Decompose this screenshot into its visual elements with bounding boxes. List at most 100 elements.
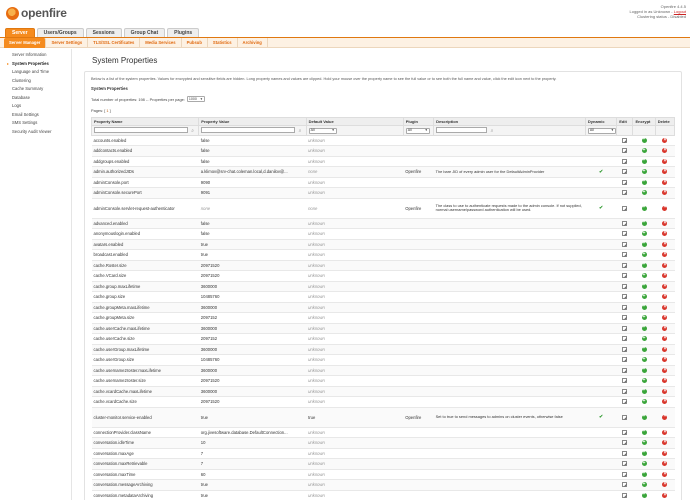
- edit-icon[interactable]: [622, 440, 628, 446]
- encrypt-icon[interactable]: [641, 240, 647, 247]
- encrypt-icon[interactable]: [641, 147, 647, 154]
- sidebar-item-cache-summary[interactable]: Cache Summary: [0, 85, 71, 94]
- delete-icon[interactable]: [662, 439, 668, 446]
- property-name[interactable]: cache.username2roster.maxLifetime: [91, 365, 199, 376]
- edit-icon[interactable]: [622, 429, 628, 435]
- delete-icon[interactable]: [662, 314, 668, 321]
- tab-group-chat[interactable]: Group Chat: [123, 28, 166, 37]
- property-name[interactable]: cache.vcardCache.size: [91, 396, 199, 408]
- property-name[interactable]: cache.username2roster.size: [91, 375, 199, 387]
- tab-sessions[interactable]: Sessions: [85, 28, 122, 37]
- edit-icon[interactable]: [622, 169, 628, 175]
- property-name[interactable]: cache.VCard.size: [91, 270, 199, 282]
- header-description[interactable]: Description: [433, 117, 586, 126]
- property-name[interactable]: cache.userCache.maxLifetime: [91, 323, 199, 334]
- name-filter-input[interactable]: ⌕: [94, 127, 194, 134]
- encrypt-icon[interactable]: [641, 460, 647, 467]
- edit-icon[interactable]: [622, 414, 628, 420]
- edit-icon[interactable]: [622, 205, 628, 211]
- encrypt-icon[interactable]: [641, 219, 647, 226]
- edit-icon[interactable]: [622, 179, 628, 185]
- encrypt-icon[interactable]: [641, 366, 647, 373]
- delete-icon[interactable]: [662, 413, 668, 420]
- edit-icon[interactable]: [622, 367, 628, 373]
- delete-icon[interactable]: [662, 450, 668, 456]
- encrypt-icon[interactable]: [641, 303, 647, 310]
- delete-icon[interactable]: [662, 220, 668, 226]
- encrypt-icon[interactable]: [641, 449, 647, 456]
- delete-icon[interactable]: [662, 429, 668, 435]
- delete-icon[interactable]: [662, 304, 668, 310]
- edit-icon[interactable]: [622, 241, 628, 247]
- sidebar-item-logs[interactable]: Logs: [0, 102, 71, 111]
- delete-icon[interactable]: [662, 283, 668, 289]
- encrypt-icon[interactable]: [641, 470, 647, 477]
- property-name[interactable]: cache.group.maxLifetime: [91, 281, 199, 292]
- property-name[interactable]: connectionProvider.className: [91, 427, 199, 438]
- property-name[interactable]: cache.userGroup.maxLifetime: [91, 344, 199, 355]
- delete-icon[interactable]: [662, 492, 668, 498]
- subtab-statistics[interactable]: Statistics: [208, 37, 238, 48]
- edit-icon[interactable]: [622, 137, 628, 143]
- delete-icon[interactable]: [662, 204, 668, 211]
- header-default-value[interactable]: Default Value: [305, 117, 404, 126]
- edit-icon[interactable]: [622, 378, 628, 384]
- encrypt-icon[interactable]: [641, 491, 647, 498]
- property-name[interactable]: addgroups.enabled: [91, 156, 199, 167]
- encrypt-icon[interactable]: [641, 314, 647, 321]
- edit-icon[interactable]: [622, 190, 628, 196]
- default-filter-select[interactable]: All ▼: [308, 127, 337, 134]
- subtab-pubsub[interactable]: Pubsub: [182, 37, 208, 48]
- encrypt-icon[interactable]: [641, 413, 647, 420]
- encrypt-icon[interactable]: [641, 136, 647, 143]
- property-name[interactable]: conversation.idleTime: [91, 437, 199, 449]
- edit-icon[interactable]: [622, 283, 628, 289]
- edit-icon[interactable]: [622, 482, 628, 488]
- delete-icon[interactable]: [662, 388, 668, 394]
- subtab-tls-ssl[interactable]: TLS/SSL Certificates: [88, 37, 141, 48]
- encrypt-icon[interactable]: [641, 387, 647, 394]
- encrypt-icon[interactable]: [641, 261, 647, 268]
- delete-icon[interactable]: [662, 367, 668, 373]
- property-name[interactable]: admin.authorizedJIDs: [91, 166, 199, 178]
- header-dynamic[interactable]: Dynamic: [584, 117, 618, 126]
- edit-icon[interactable]: [622, 294, 628, 300]
- encrypt-icon[interactable]: [641, 324, 647, 331]
- dynamic-filter-select[interactable]: All ▼: [587, 127, 616, 134]
- subtab-archiving[interactable]: Archiving: [238, 37, 268, 48]
- delete-icon[interactable]: [662, 158, 668, 164]
- tab-users-groups[interactable]: Users/Groups: [36, 28, 84, 37]
- subtab-media-services[interactable]: Media Services: [140, 37, 182, 48]
- header-property-name[interactable]: Property Name: [90, 117, 200, 126]
- delete-icon[interactable]: [662, 356, 668, 363]
- encrypt-icon[interactable]: [641, 345, 647, 352]
- property-name[interactable]: conversation.maxRetrievable: [91, 458, 199, 470]
- sidebar-item-clustering[interactable]: Clustering: [0, 77, 71, 86]
- edit-icon[interactable]: [622, 252, 628, 258]
- description-filter-input[interactable]: ⌕: [436, 127, 493, 134]
- delete-icon[interactable]: [662, 241, 668, 247]
- edit-icon[interactable]: [622, 346, 628, 352]
- property-name[interactable]: cluster-monitor.service-enabled: [91, 407, 199, 428]
- edit-icon[interactable]: [622, 388, 628, 394]
- encrypt-icon[interactable]: [641, 168, 647, 175]
- encrypt-icon[interactable]: [641, 272, 647, 279]
- property-name[interactable]: accounts.enabled: [91, 135, 199, 146]
- edit-icon[interactable]: [622, 450, 628, 456]
- property-name[interactable]: conversation.maxTime: [91, 469, 199, 480]
- property-name[interactable]: broadcast.enabled: [91, 249, 199, 261]
- delete-icon[interactable]: [662, 398, 668, 405]
- page-link-current[interactable]: 1: [106, 108, 108, 113]
- delete-icon[interactable]: [662, 325, 668, 331]
- edit-icon[interactable]: [622, 357, 628, 363]
- subtab-server-settings[interactable]: Server Settings: [46, 37, 89, 48]
- value-filter-input[interactable]: ⌕: [201, 127, 301, 134]
- edit-icon[interactable]: [622, 471, 628, 477]
- delete-icon[interactable]: [662, 377, 668, 384]
- sidebar-item-email-settings[interactable]: Email Settings: [0, 111, 71, 120]
- delete-icon[interactable]: [662, 460, 668, 467]
- property-name[interactable]: advanced.enabled: [91, 218, 199, 229]
- header-plugin[interactable]: Plugin: [402, 117, 435, 126]
- header-property-value[interactable]: Property Value: [198, 117, 307, 126]
- delete-icon[interactable]: [662, 230, 668, 237]
